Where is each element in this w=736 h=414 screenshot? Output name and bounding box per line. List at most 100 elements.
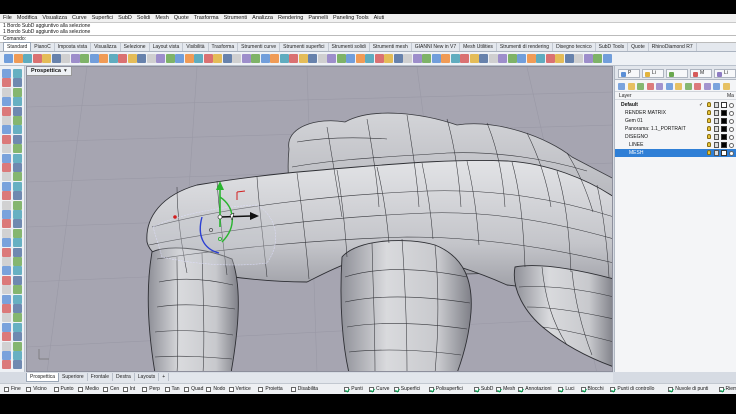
tool-button-icon[interactable] [460, 54, 469, 63]
menu-item-mesh[interactable]: Mesh [155, 14, 168, 23]
menu-item-solidi[interactable]: Solidi [137, 14, 150, 23]
tool-button-icon[interactable] [99, 54, 108, 63]
toolbar-tab[interactable]: Selezione [121, 43, 150, 51]
checkbox-icon[interactable] [718, 387, 724, 392]
tool-button-icon[interactable] [517, 54, 526, 63]
tool-button-icon[interactable] [213, 54, 222, 63]
menu-item-trasforma[interactable]: Trasforma [194, 14, 219, 23]
tool-button-icon[interactable] [2, 294, 11, 304]
checkbox-icon[interactable] [290, 387, 296, 392]
tool-button-icon[interactable] [365, 54, 374, 63]
tool-button-icon[interactable] [507, 54, 517, 63]
checkbox-icon[interactable] [53, 387, 59, 392]
layer-color-swatch[interactable] [721, 142, 727, 148]
visibility-bulb-icon[interactable] [707, 102, 711, 107]
tool-button-icon[interactable] [13, 351, 22, 360]
toolbar-tab[interactable]: RhinoDiamond R7 [649, 43, 697, 51]
tool-button-icon[interactable] [279, 54, 289, 63]
material-icon[interactable] [729, 150, 734, 156]
osnaps-toggle[interactable]: Cen [103, 386, 119, 393]
visibility-bulb-icon[interactable] [707, 142, 711, 147]
tool-button-icon[interactable] [2, 219, 11, 229]
tool-button-icon[interactable] [298, 54, 308, 63]
tool-button-icon[interactable] [13, 247, 22, 257]
visibility-bulb-icon[interactable] [707, 150, 711, 155]
tool-button-icon[interactable] [13, 219, 22, 229]
layer-tool-icon[interactable] [694, 83, 701, 90]
checkbox-icon[interactable] [428, 387, 434, 392]
tool-button-icon[interactable] [13, 313, 22, 323]
lock-icon[interactable] [714, 126, 719, 132]
checkbox-icon[interactable] [518, 387, 524, 392]
tool-button-icon[interactable] [536, 54, 545, 63]
layer-tool-icon[interactable] [684, 83, 692, 90]
osnaps-toggle[interactable]: Nodo [206, 386, 225, 393]
tool-button-icon[interactable] [2, 341, 11, 351]
toolbar-tab[interactable]: Strumenti curve [238, 43, 281, 51]
menu-item-file[interactable]: File [3, 14, 12, 23]
layer-tool-icon[interactable] [637, 83, 644, 90]
osnaps-toggle[interactable]: Disabilita [290, 386, 318, 393]
chevron-down-icon[interactable]: ▾ [64, 68, 67, 74]
viewport-tab[interactable]: Destra [113, 373, 135, 381]
visibility-bulb-icon[interactable] [707, 126, 711, 131]
tool-button-icon[interactable] [13, 294, 22, 304]
tool-button-icon[interactable] [13, 153, 22, 163]
tool-button-icon[interactable] [308, 54, 317, 63]
osnaps-toggle[interactable]: Fine [4, 386, 21, 393]
tool-button-icon[interactable] [108, 54, 118, 63]
tool-button-icon[interactable] [431, 54, 441, 63]
checkbox-icon[interactable] [369, 387, 375, 392]
menu-item-analizza[interactable]: Analizza [252, 14, 273, 23]
tool-button-icon[interactable] [241, 54, 251, 63]
tool-button-icon[interactable] [13, 304, 22, 313]
filters-toggle[interactable]: Luci [558, 386, 575, 393]
layer-tool-icon[interactable] [646, 83, 654, 90]
osnaps-toggle[interactable]: Punto [53, 386, 74, 393]
tool-button-icon[interactable] [2, 78, 11, 88]
tool-button-icon[interactable] [2, 116, 11, 125]
checkbox-icon[interactable] [258, 387, 264, 392]
checkbox-icon[interactable] [122, 387, 128, 392]
toolbar-tab[interactable]: GIANNI New in V7 [412, 43, 461, 51]
tool-button-icon[interactable] [602, 54, 612, 63]
viewport-tab[interactable]: + [159, 373, 170, 381]
layer-row[interactable]: DISEGNO [615, 133, 736, 141]
tool-button-icon[interactable] [165, 54, 175, 63]
tool-button-icon[interactable] [203, 54, 213, 63]
layer-tool-icon[interactable] [722, 83, 730, 90]
layer-color-swatch[interactable] [721, 118, 727, 124]
material-icon[interactable] [729, 110, 734, 116]
layer-color-swatch[interactable] [721, 110, 727, 116]
filters-toggle[interactable]: Mesh [496, 386, 515, 393]
tool-button-icon[interactable] [13, 200, 22, 210]
tool-button-icon[interactable] [13, 54, 23, 63]
tool-button-icon[interactable] [13, 275, 22, 285]
checkbox-icon[interactable] [26, 387, 32, 392]
tool-button-icon[interactable] [384, 54, 393, 63]
lock-icon[interactable] [714, 110, 719, 116]
tool-button-icon[interactable] [13, 181, 22, 191]
tool-button-icon[interactable] [13, 87, 22, 97]
menu-item-superfici[interactable]: Superfici [92, 14, 113, 23]
tool-button-icon[interactable] [13, 125, 22, 135]
lock-icon[interactable] [714, 142, 719, 148]
tool-button-icon[interactable] [80, 54, 89, 63]
material-icon[interactable] [729, 142, 734, 148]
tool-button-icon[interactable] [13, 191, 22, 201]
tool-button-icon[interactable] [260, 54, 270, 63]
toolbar-tab[interactable]: Quote [628, 43, 649, 51]
tool-button-icon[interactable] [545, 54, 555, 63]
menu-item-quote[interactable]: Quote [174, 14, 189, 23]
tool-button-icon[interactable] [2, 238, 11, 248]
tool-button-icon[interactable] [2, 172, 11, 182]
checkbox-icon[interactable] [580, 387, 586, 392]
tool-button-icon[interactable] [13, 238, 22, 248]
checkbox-icon[interactable] [4, 387, 9, 392]
tool-button-icon[interactable] [270, 54, 279, 63]
tool-button-icon[interactable] [2, 285, 11, 295]
tool-button-icon[interactable] [374, 54, 384, 63]
tool-button-icon[interactable] [2, 191, 11, 201]
tool-button-icon[interactable] [2, 351, 11, 360]
menu-item-subd[interactable]: SubD [118, 14, 132, 23]
